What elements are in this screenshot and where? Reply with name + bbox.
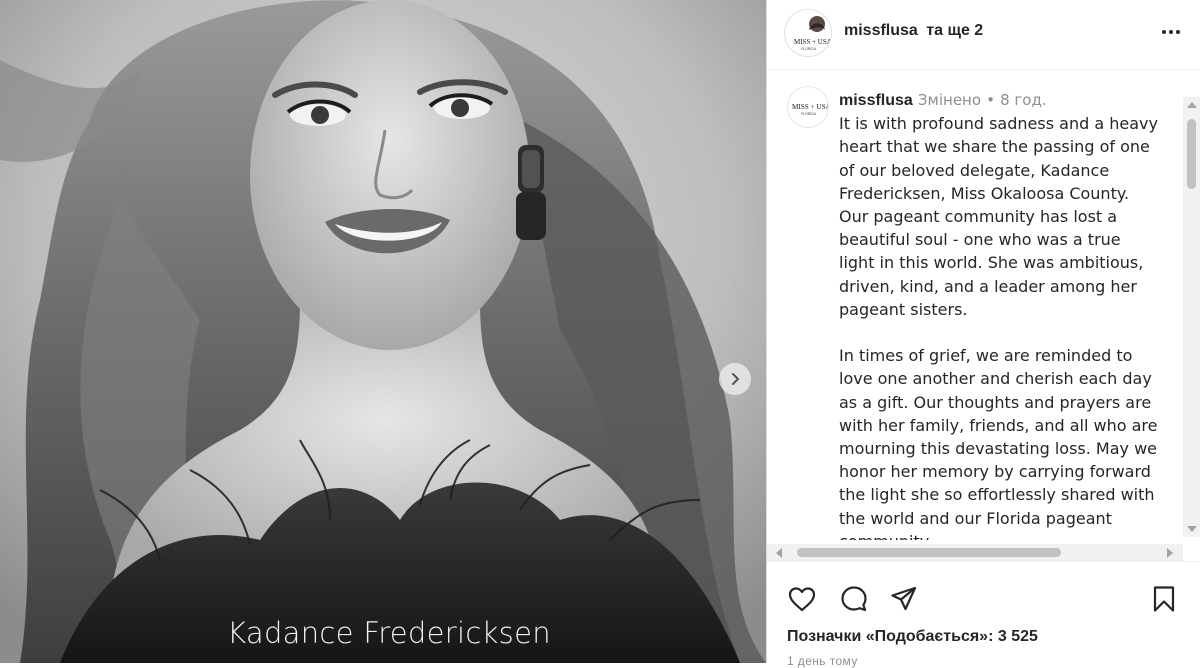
caption-line: the world and our Florida pageant bbox=[839, 508, 1112, 528]
svg-text:MISS + USA: MISS + USA bbox=[792, 103, 828, 111]
heart-icon[interactable] bbox=[787, 584, 817, 614]
scroll-down-icon[interactable] bbox=[1187, 526, 1197, 532]
photo-caption: Kadance Fredericksen bbox=[227, 616, 551, 650]
next-slide-button[interactable] bbox=[719, 363, 751, 395]
caption-line: light in this world. She was ambitious, bbox=[839, 253, 1144, 273]
horizontal-scroll-thumb[interactable] bbox=[797, 548, 1061, 557]
caption-line: pageant sisters. bbox=[839, 299, 968, 319]
scroll-up-icon[interactable] bbox=[1187, 102, 1197, 108]
comment-icon[interactable] bbox=[839, 584, 869, 614]
svg-text:FLORIDA: FLORIDA bbox=[801, 112, 817, 116]
scroll-left-icon[interactable] bbox=[776, 548, 782, 558]
caption-line: It is with profound sadness and a heavy bbox=[839, 114, 1158, 134]
caption-line: love one another and cherish each day bbox=[839, 369, 1152, 389]
more-options-button[interactable] bbox=[1158, 22, 1184, 42]
edited-label: Змінено bbox=[917, 91, 982, 109]
separator-dot: • bbox=[986, 91, 995, 109]
caption-line: the light she so effortlessly shared wit… bbox=[839, 485, 1155, 505]
header-username[interactable]: missflusa bbox=[844, 22, 918, 39]
svg-text:FLORIDA: FLORIDA bbox=[801, 47, 817, 51]
post-side-panel: MISS + USA FLORIDA missflusa та ще 2 MIS… bbox=[766, 0, 1200, 668]
post-header: MISS + USA FLORIDA missflusa та ще 2 bbox=[767, 0, 1200, 70]
post-photo bbox=[0, 0, 766, 663]
comment-avatar[interactable]: MISS + USA FLORIDA bbox=[787, 86, 829, 128]
avatar[interactable]: MISS + USA FLORIDA bbox=[784, 9, 832, 57]
chevron-right-icon bbox=[732, 373, 739, 385]
scroll-right-icon[interactable] bbox=[1167, 548, 1173, 558]
horizontal-scrollbar[interactable] bbox=[767, 544, 1183, 561]
post-date[interactable]: 1 день тому bbox=[787, 654, 858, 668]
caption-line: mourning this devastating loss. May we bbox=[839, 439, 1158, 459]
miss-usa-florida-logo: MISS + USA FLORIDA bbox=[792, 103, 828, 116]
vertical-scroll-thumb[interactable] bbox=[1187, 119, 1196, 189]
caption-line: In times of grief, we are reminded to bbox=[839, 346, 1133, 366]
bookmark-icon[interactable] bbox=[1149, 584, 1179, 614]
post-caption: missflusa Змінено • 8 год. It is with pr… bbox=[839, 88, 1184, 540]
caption-username[interactable]: missflusa bbox=[839, 92, 913, 109]
caption-line: beautiful soul - one who was a true bbox=[839, 230, 1121, 250]
vertical-scrollbar[interactable] bbox=[1183, 97, 1200, 537]
share-icon[interactable] bbox=[889, 584, 919, 614]
caption-line: Fredericksen, Miss Okaloosa County. bbox=[839, 183, 1130, 203]
header-collaborators[interactable]: та ще 2 bbox=[926, 22, 983, 39]
caption-line: of our beloved delegate, Kadance bbox=[839, 160, 1110, 180]
caption-line: honor her memory by carrying forward bbox=[839, 462, 1151, 482]
likes-count[interactable]: Позначки «Подобається»: 3 525 bbox=[787, 628, 1038, 646]
caption-line: as a gift. Our thoughts and prayers are bbox=[839, 392, 1152, 412]
caption-line: community. bbox=[839, 530, 1184, 540]
post-actions: Позначки «Подобається»: 3 525 1 день том… bbox=[767, 561, 1200, 668]
header-account[interactable]: missflusa та ще 2 bbox=[844, 22, 983, 40]
caption-line: with her family, friends, and all who ar… bbox=[839, 415, 1158, 435]
caption-line: Our pageant community has lost a bbox=[839, 207, 1118, 227]
post-media[interactable]: Kadance Fredericksen bbox=[0, 0, 766, 663]
caption-paragraph-gap bbox=[839, 321, 1184, 344]
miss-usa-florida-logo: MISS + USA FLORIDA bbox=[794, 16, 831, 51]
caption-text: It is with profound sadness and a heavy h… bbox=[839, 112, 1184, 540]
svg-text:MISS + USA: MISS + USA bbox=[794, 38, 831, 46]
caption-line: driven, kind, and a leader among her bbox=[839, 276, 1137, 296]
post-time[interactable]: 8 год. bbox=[1000, 91, 1047, 109]
more-horizontal-icon bbox=[1162, 30, 1180, 34]
caption-line: heart that we share the passing of one bbox=[839, 137, 1150, 157]
caption-scroll-area[interactable]: MISS + USA FLORIDA missflusa Змінено • 8… bbox=[767, 70, 1200, 540]
